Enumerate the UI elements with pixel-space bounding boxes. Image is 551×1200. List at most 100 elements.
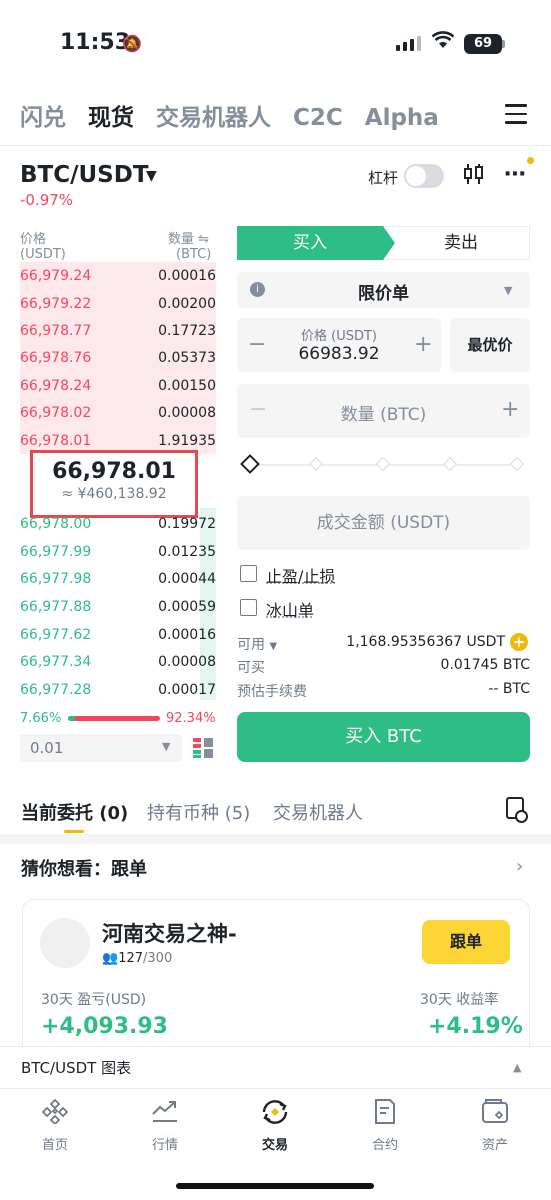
ask-row[interactable]: 66,978.24 0.00150 <box>20 374 216 398</box>
slider-mark-25[interactable] <box>308 456 324 472</box>
nav-futures-label: 合约 <box>371 1138 398 1153</box>
users-icon: 👥 <box>102 951 119 966</box>
buy-tab[interactable]: 买入 <box>237 226 383 260</box>
ask-qty: 0.17723 <box>158 323 216 339</box>
ask-row[interactable]: 66,979.24 0.00016 <box>20 264 216 288</box>
caret-down-icon: ▼ <box>269 641 278 652</box>
orderbook-qty-header-label: 数量 <box>168 232 195 247</box>
leverage-toggle[interactable] <box>404 164 444 188</box>
ask-price: 66,979.24 <box>20 268 92 284</box>
tab-c2c[interactable]: C2C <box>293 105 343 131</box>
available-value: 1,168.95356367 USDT <box>346 634 505 650</box>
mid-price-box[interactable]: 66,978.01 ≈ ¥460,138.92 <box>30 450 198 518</box>
available-label[interactable]: 可用 ▼ <box>237 634 277 654</box>
total-input[interactable]: 成交金额 (USDT) <box>237 496 530 550</box>
tab-convert[interactable]: 闪兑 <box>20 98 66 132</box>
ask-price: 66,978.01 <box>20 433 92 449</box>
more-options-icon[interactable]: ⋯ <box>504 162 527 187</box>
buy-btc-button[interactable]: 买入 BTC <box>237 712 530 762</box>
quantity-increase-button[interactable]: + <box>501 397 519 422</box>
caret-down-icon[interactable]: ▼ <box>146 168 157 184</box>
copy-trade-button[interactable]: 跟单 <box>422 920 510 964</box>
pnl-label: 30天 盈亏(USD) <box>41 992 147 1008</box>
pair-selector[interactable]: BTC/USDT <box>20 162 149 188</box>
sell-tab[interactable]: 卖出 <box>383 226 530 260</box>
ask-row[interactable]: 66,978.02 0.00008 <box>20 401 216 425</box>
hamburger-menu-icon[interactable] <box>505 104 527 130</box>
add-funds-icon[interactable]: + <box>510 633 528 651</box>
ask-qty: 1.91935 <box>158 433 216 449</box>
chart-label[interactable]: BTC/USDT 图表 <box>21 1057 131 1078</box>
bid-row[interactable]: 66,977.98 0.00044 <box>20 567 216 591</box>
cellular-signal-icon <box>396 36 421 51</box>
price-input-label: 价格 (USDT) <box>301 329 377 344</box>
ask-qty: 0.00008 <box>158 405 216 421</box>
tab-open-orders[interactable]: 当前委托 (0) <box>21 799 128 825</box>
bid-row[interactable]: 66,977.88 0.00059 <box>20 595 216 619</box>
section-separator <box>0 834 551 844</box>
available-label-text: 可用 <box>237 637 265 653</box>
tab-trading-bots[interactable]: 交易机器人 <box>156 98 271 132</box>
bid-row[interactable]: 66,977.28 0.00017 <box>20 678 216 702</box>
chevron-right-icon[interactable]: › <box>516 856 523 877</box>
bell-muted-icon: 🔕 <box>122 34 142 53</box>
price-input-value[interactable]: 66983.92 <box>237 344 441 364</box>
bid-row[interactable]: 66,977.62 0.00016 <box>20 623 216 647</box>
nav-markets-label: 行情 <box>151 1138 178 1153</box>
orderbook-layout-icon[interactable] <box>193 738 213 758</box>
ask-row[interactable]: 66,978.76 0.05373 <box>20 346 216 370</box>
iceberg-label[interactable]: 冰山单 <box>266 597 314 621</box>
tp-sl-label[interactable]: 止盈/止损 <box>266 563 335 587</box>
divider <box>0 145 551 146</box>
top-tabs: 闪兑 现货 交易机器人 C2C Alpha <box>20 98 439 132</box>
clock-icon <box>515 810 528 823</box>
tab-holdings[interactable]: 持有币种 (5) <box>147 799 250 825</box>
bid-price: 66,977.88 <box>20 599 92 615</box>
nav-futures[interactable]: 合约 <box>345 1098 425 1153</box>
battery-tip <box>502 40 505 48</box>
nav-trade[interactable]: 交易 <box>235 1098 315 1153</box>
nav-home[interactable]: 首页 <box>15 1098 95 1153</box>
bid-price: 66,977.28 <box>20 682 92 698</box>
nav-assets[interactable]: 资产 <box>455 1098 535 1153</box>
nav-markets[interactable]: 行情 <box>125 1098 205 1153</box>
iceberg-checkbox[interactable] <box>240 599 257 616</box>
ask-qty: 0.00200 <box>158 296 216 312</box>
bid-qty: 0.01235 <box>158 544 216 560</box>
bid-row[interactable]: 66,977.99 0.01235 <box>20 540 216 564</box>
trader-name[interactable]: 河南交易之神- <box>102 918 237 948</box>
tp-sl-checkbox[interactable] <box>240 565 257 582</box>
bid-price: 66,977.98 <box>20 571 92 587</box>
avatar[interactable] <box>40 918 90 968</box>
bid-row[interactable]: 66,978.00 0.19972 <box>20 512 216 536</box>
best-price-button[interactable]: 最优价 <box>450 318 530 372</box>
trade-icon <box>235 1098 315 1128</box>
price-increase-button[interactable]: + <box>414 332 432 357</box>
tab-spot[interactable]: 现货 <box>88 98 134 132</box>
precision-select[interactable]: 0.01 <box>20 734 182 762</box>
slider-mark-100[interactable] <box>509 456 525 472</box>
amount-slider-handle[interactable] <box>240 454 260 474</box>
slider-mark-75[interactable] <box>442 456 458 472</box>
tab-alpha[interactable]: Alpha <box>365 105 439 131</box>
can-buy-value: 0.01745 BTC <box>440 657 530 673</box>
bid-price: 66,977.99 <box>20 544 92 560</box>
bid-price: 66,977.34 <box>20 654 92 670</box>
roi-value: +4.19% <box>428 1014 523 1039</box>
ask-row[interactable]: 66,979.22 0.00200 <box>20 292 216 316</box>
orderbook-qty-header[interactable]: 数量 ⇋ <box>168 228 209 247</box>
quantity-input-placeholder[interactable]: 数量 (BTC) <box>237 400 530 425</box>
caret-down-icon: ▼ <box>162 740 171 753</box>
candlestick-chart-icon[interactable] <box>462 162 486 192</box>
home-indicator[interactable] <box>176 1183 374 1189</box>
caret-up-icon[interactable]: ▲ <box>513 1061 521 1074</box>
active-tab-indicator <box>64 830 84 833</box>
ask-row[interactable]: 66,978.77 0.17723 <box>20 319 216 343</box>
bid-row[interactable]: 66,977.34 0.00008 <box>20 650 216 674</box>
ask-price: 66,978.02 <box>20 405 92 421</box>
copy-trading-suggestion-title[interactable]: 猜你想看：跟单 <box>21 855 147 881</box>
wallet-icon <box>455 1098 535 1128</box>
tab-bot-orders[interactable]: 交易机器人 <box>273 799 363 825</box>
bid-price: 66,978.00 <box>20 516 92 532</box>
slider-mark-50[interactable] <box>375 456 391 472</box>
